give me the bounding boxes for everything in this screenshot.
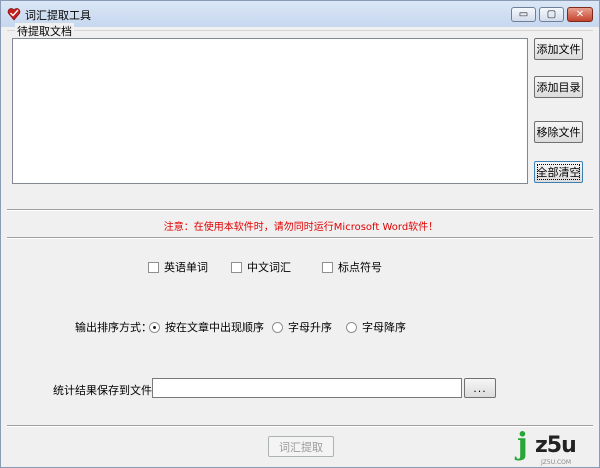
divider-bottom <box>7 425 593 427</box>
close-icon: ✕ <box>575 9 585 20</box>
sort-descending-label: 字母降序 <box>362 321 406 334</box>
divider-top <box>7 209 593 211</box>
clear-all-button[interactable]: 全部清空 <box>534 161 583 183</box>
punctuation-checkbox[interactable] <box>322 261 333 273</box>
add-directory-button[interactable]: 添加目录 <box>534 76 583 98</box>
source-group-title: 待提取文档 <box>15 23 74 39</box>
source-group-border <box>7 30 593 31</box>
chinese-words-label: 中文词汇 <box>247 261 291 274</box>
browse-button[interactable]: ... <box>464 378 496 398</box>
add-file-button[interactable]: 添加文件 <box>534 38 583 60</box>
punctuation-option[interactable]: 标点符号 <box>322 259 382 275</box>
english-words-checkbox[interactable] <box>148 261 159 273</box>
remove-file-button[interactable]: 移除文件 <box>534 121 583 143</box>
sort-label: 输出排序方式： <box>75 321 152 334</box>
close-button[interactable]: ✕ <box>567 7 593 22</box>
extract-button[interactable]: 词汇提取 <box>268 436 334 457</box>
minimize-icon: ▭ <box>518 9 529 20</box>
watermark-sub: JZ5U.COM <box>541 459 572 466</box>
save-path-input[interactable] <box>152 378 462 398</box>
watermark-j: j <box>517 427 528 462</box>
title-bar[interactable]: 词汇提取工具 ▭ ▢ ✕ <box>1 1 599 27</box>
app-heart-icon <box>7 8 21 21</box>
sort-ascending-label: 字母升序 <box>288 321 332 334</box>
document-list[interactable] <box>12 38 528 184</box>
sort-descending-option[interactable]: 字母降序 <box>346 319 406 335</box>
main-window: 词汇提取工具 ▭ ▢ ✕ 待提取文档 添加文件 添加目录 移除文件 全部清空 注… <box>0 0 600 468</box>
warning-text: 注意：在使用本软件时，请勿同时运行Microsoft Word软件！ <box>163 222 439 233</box>
save-path-label: 统计结果保存到文件： <box>53 384 163 397</box>
sort-ascending-option[interactable]: 字母升序 <box>272 319 332 335</box>
chinese-words-checkbox[interactable] <box>231 261 242 273</box>
minimize-button[interactable]: ▭ <box>511 7 536 22</box>
maximize-button[interactable]: ▢ <box>539 7 564 22</box>
sort-ascending-radio[interactable] <box>272 321 283 333</box>
sort-by-order-radio[interactable] <box>149 321 160 333</box>
watermark-z5u: z5u <box>535 433 577 458</box>
sort-by-order-option[interactable]: 按在文章中出现顺序 <box>149 319 264 335</box>
english-words-option[interactable]: 英语单词 <box>148 259 208 275</box>
maximize-icon: ▢ <box>546 9 557 20</box>
divider-middle <box>7 237 593 239</box>
english-words-label: 英语单词 <box>164 261 208 274</box>
sort-descending-radio[interactable] <box>346 321 357 333</box>
sort-by-order-label: 按在文章中出现顺序 <box>165 321 264 334</box>
chinese-words-option[interactable]: 中文词汇 <box>231 259 291 275</box>
watermark-logo: j z5u JZ5U.COM <box>513 427 593 467</box>
window-title: 词汇提取工具 <box>25 9 91 22</box>
punctuation-label: 标点符号 <box>338 261 382 274</box>
